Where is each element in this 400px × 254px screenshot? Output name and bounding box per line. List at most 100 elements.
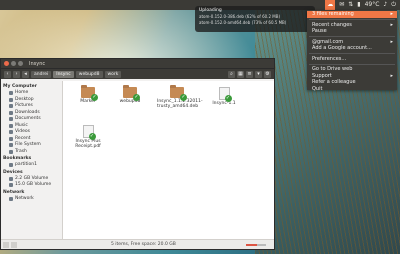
file-label: webupd8 <box>119 99 141 104</box>
synced-check-icon: ✓ <box>180 94 187 101</box>
toolbar-right: ⌕ ▦ ≡ ▾ ⚙ <box>228 70 271 78</box>
sidebar-header: My Computer <box>3 84 37 89</box>
temperature-label: 49°C <box>364 1 380 8</box>
drive-icon <box>9 183 13 188</box>
documents-icon <box>9 117 13 122</box>
breadcrumb-andrei[interactable]: andrei <box>31 70 52 78</box>
zoom-slider-fill <box>246 244 257 246</box>
menu-separator <box>309 19 395 20</box>
file-manager-window: Insync ‹ › ◂ andrei Insync webupd8 work … <box>0 58 275 250</box>
menu-item-label: Support <box>312 72 332 79</box>
menu-item-label: Go to Drive web <box>312 66 353 72</box>
search-icon[interactable]: ⌕ <box>228 70 235 78</box>
synced-check-icon: ✓ <box>133 94 140 101</box>
sidebar-item-label: partition1 <box>15 162 37 167</box>
synced-check-icon: ✓ <box>88 133 96 140</box>
chevron-left-icon[interactable]: ◂ <box>22 70 29 78</box>
menu-item-label: 3 files remaining <box>312 11 354 17</box>
synced-check-icon: ✓ <box>224 95 232 102</box>
mail-icon[interactable]: ✉ <box>339 0 344 10</box>
music-icon <box>9 123 13 128</box>
file-item[interactable]: ✓ Marker <box>73 85 103 104</box>
menu-separator <box>309 53 395 54</box>
menu-separator <box>309 63 395 65</box>
chevron-down-icon[interactable]: ▾ <box>255 70 262 78</box>
window-title: Insync <box>29 60 46 67</box>
gear-icon[interactable]: ⚙ <box>264 70 271 78</box>
sidebar-header: Bookmarks <box>3 156 32 161</box>
maximize-icon[interactable] <box>18 61 23 66</box>
drive-icon <box>9 143 13 148</box>
network-icon[interactable]: ⇅ <box>348 0 353 10</box>
menu-item-files-remaining[interactable]: 3 files remaining ▸ <box>307 11 397 18</box>
recent-icon <box>9 136 13 141</box>
battery-icon[interactable]: ▮ <box>357 0 360 10</box>
videos-icon <box>9 130 13 135</box>
trash-icon <box>9 149 13 154</box>
file-item[interactable]: ✓ Insync_1.1.2.32011-trusty_amd64.deb <box>157 85 203 109</box>
back-icon[interactable]: ‹ <box>4 70 11 78</box>
toolbar: ‹ › ◂ andrei Insync webupd8 work ⌕ ▦ ≡ ▾… <box>1 68 274 79</box>
sidebar-header: Network <box>3 189 25 195</box>
view-grid-icon[interactable]: ▦ <box>237 70 244 78</box>
menu-item-label: Quit <box>312 85 323 92</box>
package-icon: ✓ <box>170 85 187 101</box>
sidebar: My Computer Home Desktop Pictures Downlo… <box>1 81 63 239</box>
insync-tray-icon[interactable]: ☁ <box>325 0 336 10</box>
sidebar-item-network[interactable]: Network <box>1 196 62 203</box>
close-icon[interactable] <box>4 61 9 66</box>
forward-icon[interactable]: › <box>13 70 20 78</box>
upload-notification: Uploading atom-0.152.0-386.deb (62% of 6… <box>195 6 315 32</box>
network-icon <box>9 196 13 201</box>
pdf-icon: ✓ <box>82 125 96 140</box>
menu-item-add-account[interactable]: Add a Google account... <box>307 45 397 52</box>
menu-separator <box>309 36 395 37</box>
file-item[interactable]: ✓ Insync Plus Receipt.pdf <box>71 125 105 149</box>
file-label: Insync Plus Receipt.pdf <box>75 139 101 149</box>
file-item[interactable]: ✓ webupd8 <box>115 85 145 104</box>
breadcrumb-work[interactable]: work <box>104 70 122 78</box>
sidebar-header: Devices <box>3 169 23 175</box>
document-icon: ✓ <box>218 87 232 102</box>
menu-item-pause[interactable]: Pause <box>307 28 397 35</box>
sidebar-toggle-icon[interactable] <box>3 241 9 248</box>
file-label: Insync_1.1.2.32011-trusty_amd64.deb <box>157 99 203 109</box>
file-label: Marker <box>80 99 96 104</box>
menu-item-label: Refer a colleague <box>312 79 356 85</box>
file-label: Insync-1.1 <box>212 101 236 106</box>
sidebar-item-label: 15.0 GB Volume <box>15 182 52 187</box>
panel-toggle-icon[interactable] <box>11 241 17 248</box>
sidebar-item-label: Network <box>15 195 34 201</box>
folder-icon <box>9 163 13 168</box>
view-list-icon[interactable]: ≡ <box>246 70 253 78</box>
zoom-slider[interactable] <box>246 244 266 246</box>
desktop-icon <box>9 97 13 102</box>
folder-icon: ✓ <box>81 85 98 101</box>
window-titlebar[interactable]: Insync <box>1 59 274 68</box>
pictures-icon <box>9 104 13 109</box>
chevron-right-icon: ▸ <box>390 11 393 17</box>
menu-item-preferences[interactable]: Preferences... <box>307 56 397 63</box>
breadcrumb-webupd8[interactable]: webupd8 <box>75 70 103 78</box>
file-view: ✓ Marker ✓ webupd8 ✓ Insync_1.1.2.32011-… <box>63 81 274 239</box>
menu-item-label: Preferences... <box>312 55 347 62</box>
synced-check-icon: ✓ <box>91 94 98 101</box>
window-body: My Computer Home Desktop Pictures Downlo… <box>1 81 274 239</box>
menu-item-label: Add a Google account... <box>312 45 372 51</box>
minimize-icon[interactable] <box>11 61 16 66</box>
insync-menu: 3 files remaining ▸ Recent changes ▸ Pau… <box>307 10 397 93</box>
drive-icon <box>9 176 13 181</box>
notification-line: atom-0.152.0-amd64.deb (73% of 60.5 MB) <box>199 20 287 25</box>
menu-item-label: Recent changes <box>312 21 352 28</box>
folder-icon: ✓ <box>123 85 140 101</box>
breadcrumb-insync[interactable]: Insync <box>53 70 74 78</box>
menu-item-quit[interactable]: Quit <box>307 86 397 93</box>
home-icon <box>9 91 13 96</box>
status-text: 5 items, Free space: 20.0 GB <box>111 242 176 247</box>
volume-icon[interactable]: ♪ <box>383 0 387 10</box>
file-item[interactable]: ✓ Insync-1.1 <box>209 87 239 106</box>
power-icon[interactable]: ⏻ <box>391 0 396 10</box>
downloads-icon <box>9 110 13 115</box>
status-bar: 5 items, Free space: 20.0 GB <box>1 239 274 249</box>
menu-item-label: Pause <box>312 28 327 34</box>
